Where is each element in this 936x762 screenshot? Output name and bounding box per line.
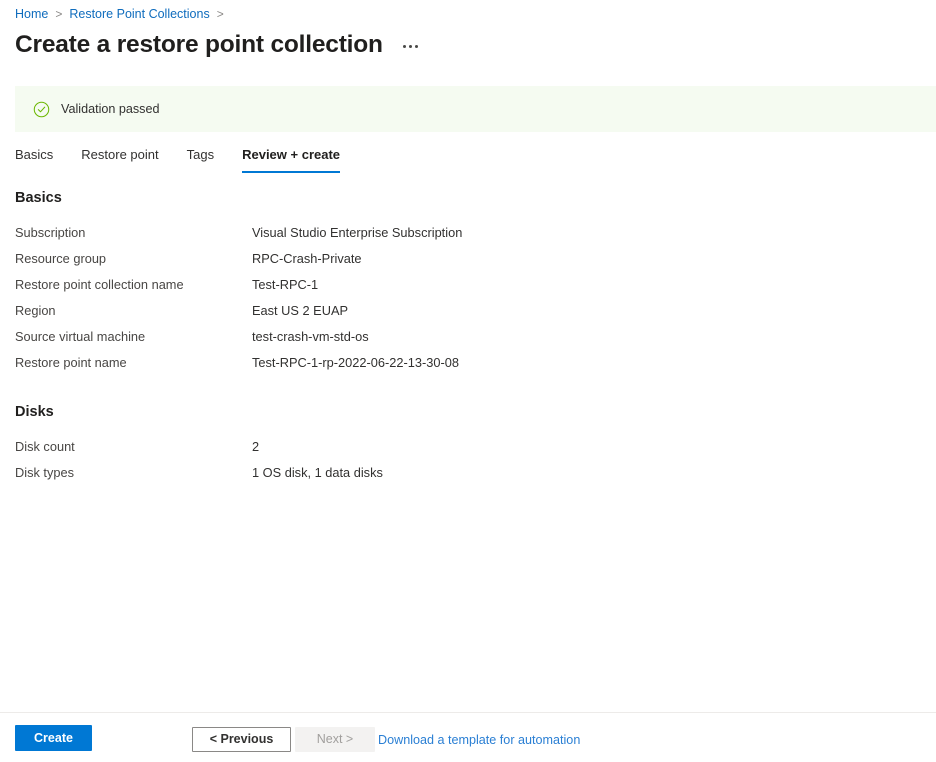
check-circle-icon xyxy=(33,101,50,117)
row-key-restore-point-name: Restore point name xyxy=(15,355,127,370)
tab-review-create[interactable]: Review + create xyxy=(228,144,354,173)
tab-restore-point[interactable]: Restore point xyxy=(67,144,172,173)
table-row: Disk types 1 OS disk, 1 data disks xyxy=(0,464,936,490)
row-value-resource-group: RPC-Crash-Private xyxy=(252,251,362,266)
row-key-resource-group: Resource group xyxy=(15,251,107,266)
more-options-icon[interactable] xyxy=(399,39,422,57)
breadcrumb-item-home[interactable]: Home xyxy=(15,5,48,23)
section-disks-heading: Disks xyxy=(15,404,54,420)
table-row: Restore point name Test-RPC-1-rp-2022-06… xyxy=(0,354,936,380)
tab-restore-point-label: Restore point xyxy=(81,147,159,162)
tab-basics[interactable]: Basics xyxy=(15,144,67,173)
tab-tags[interactable]: Tags xyxy=(173,144,228,173)
table-row: Restore point collection name Test-RPC-1 xyxy=(0,276,936,302)
create-button[interactable]: Create xyxy=(15,725,92,751)
breadcrumb-separator-icon: > xyxy=(55,7,63,21)
create-restore-point-collection-page: Home > Restore Point Collections > Creat… xyxy=(0,0,936,762)
row-key-disk-count: Disk count xyxy=(15,439,75,454)
row-value-disk-count: 2 xyxy=(252,439,260,454)
breadcrumb-item-restore-point-collections[interactable]: Restore Point Collections xyxy=(69,5,209,23)
section-basics: Basics Subscription Visual Studio Enterp… xyxy=(0,188,936,380)
row-key-source-virtual-machine: Source virtual machine xyxy=(15,329,146,344)
row-value-restore-point-name: Test-RPC-1-rp-2022-06-22-13-30-08 xyxy=(252,355,459,370)
breadcrumb-separator-icon-2: > xyxy=(216,7,224,21)
section-disks: Disks Disk count 2 Disk types 1 OS disk,… xyxy=(0,402,936,490)
table-row: Region East US 2 EUAP xyxy=(0,302,936,328)
row-key-disk-types: Disk types xyxy=(15,465,75,480)
review-content: Basics Subscription Visual Studio Enterp… xyxy=(0,188,936,512)
table-row: Resource group RPC-Crash-Private xyxy=(0,250,936,276)
tab-basics-label: Basics xyxy=(15,147,54,162)
next-button: Next > xyxy=(295,727,375,752)
tab-tags-label: Tags xyxy=(186,147,215,162)
row-key-region: Region xyxy=(15,303,56,318)
row-value-restore-point-collection-name: Test-RPC-1 xyxy=(252,277,319,292)
table-row: Source virtual machine test-crash-vm-std… xyxy=(0,328,936,354)
wizard-tabs: Basics Restore point Tags Review + creat… xyxy=(15,144,354,173)
section-basics-heading: Basics xyxy=(15,190,62,206)
row-value-subscription: Visual Studio Enterprise Subscription xyxy=(252,225,463,240)
row-key-restore-point-collection-name: Restore point collection name xyxy=(15,277,184,292)
table-row: Subscription Visual Studio Enterprise Su… xyxy=(0,224,936,250)
validation-banner: Validation passed xyxy=(15,86,936,132)
wizard-footer: Create < Previous Next > Download a temp… xyxy=(0,712,936,762)
title-row: Create a restore point collection xyxy=(15,29,422,61)
page-title: Create a restore point collection xyxy=(15,31,383,58)
row-value-region: East US 2 EUAP xyxy=(252,303,349,318)
tab-review-create-label: Review + create xyxy=(242,147,341,162)
validation-status-text: Validation passed xyxy=(61,102,160,116)
table-row: Disk count 2 xyxy=(0,438,936,464)
row-value-source-virtual-machine: test-crash-vm-std-os xyxy=(252,329,369,344)
breadcrumb: Home > Restore Point Collections > xyxy=(15,5,224,23)
download-template-link[interactable]: Download a template for automation xyxy=(378,732,580,748)
previous-button[interactable]: < Previous xyxy=(192,727,291,752)
row-value-disk-types: 1 OS disk, 1 data disks xyxy=(252,465,383,480)
row-key-subscription: Subscription xyxy=(15,225,86,240)
